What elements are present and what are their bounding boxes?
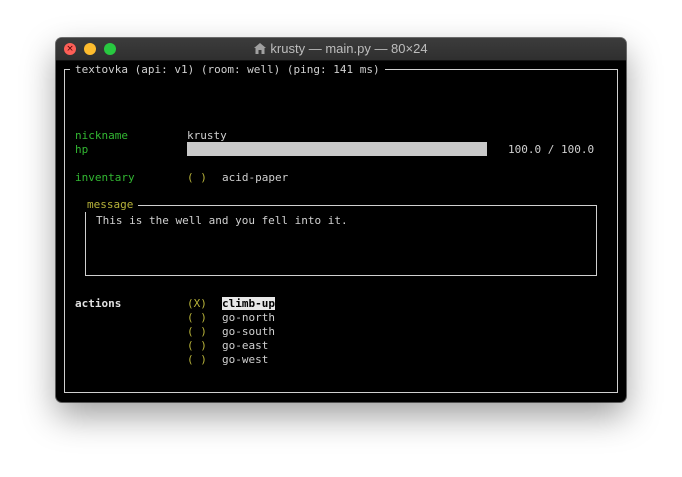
inventory-item-acid-paper[interactable]: acid-paper — [222, 171, 288, 185]
hp-bar-fill — [187, 142, 487, 156]
action-item-go-east[interactable]: go-east — [222, 339, 268, 353]
action-radio-climb-up[interactable]: (X) — [187, 297, 207, 311]
title-bar[interactable]: × krusty — main.py — 80×24 — [56, 38, 626, 61]
hp-bar — [187, 142, 487, 156]
hp-value: 100.0 / 100.0 — [508, 143, 595, 156]
action-radio-go-east[interactable]: ( ) — [187, 339, 207, 353]
hp-label: hp — [75, 143, 89, 156]
inventory-item-radio[interactable]: ( ) — [187, 171, 207, 185]
inventory-label: inventary — [75, 171, 135, 184]
action-radio-go-north[interactable]: ( ) — [187, 311, 207, 325]
action-item-climb-up[interactable]: climb-up — [222, 297, 275, 311]
message-text: This is the well and you fell into it. — [96, 214, 348, 227]
terminal-content: textovka (api: v1) (room: well) (ping: 1… — [56, 61, 626, 402]
actions-label: actions — [75, 297, 122, 310]
window-title-text: krusty — main.py — 80×24 — [270, 41, 428, 56]
nickname-value: krusty — [187, 129, 227, 142]
action-item-go-north[interactable]: go-north — [222, 311, 275, 325]
window-title: krusty — main.py — 80×24 — [56, 38, 626, 60]
action-item-go-south[interactable]: go-south — [222, 325, 275, 339]
action-radio-go-west[interactable]: ( ) — [187, 353, 207, 367]
home-icon — [254, 43, 267, 54]
terminal-window: × krusty — main.py — 80×24 textovka (api… — [56, 38, 626, 402]
action-label-climb-up: climb-up — [222, 297, 275, 310]
frame-title: textovka (api: v1) (room: well) (ping: 1… — [70, 63, 385, 77]
message-title: message — [82, 198, 139, 212]
nickname-label: nickname — [75, 129, 128, 142]
action-radio-go-south[interactable]: ( ) — [187, 325, 207, 339]
action-item-go-west[interactable]: go-west — [222, 353, 268, 367]
